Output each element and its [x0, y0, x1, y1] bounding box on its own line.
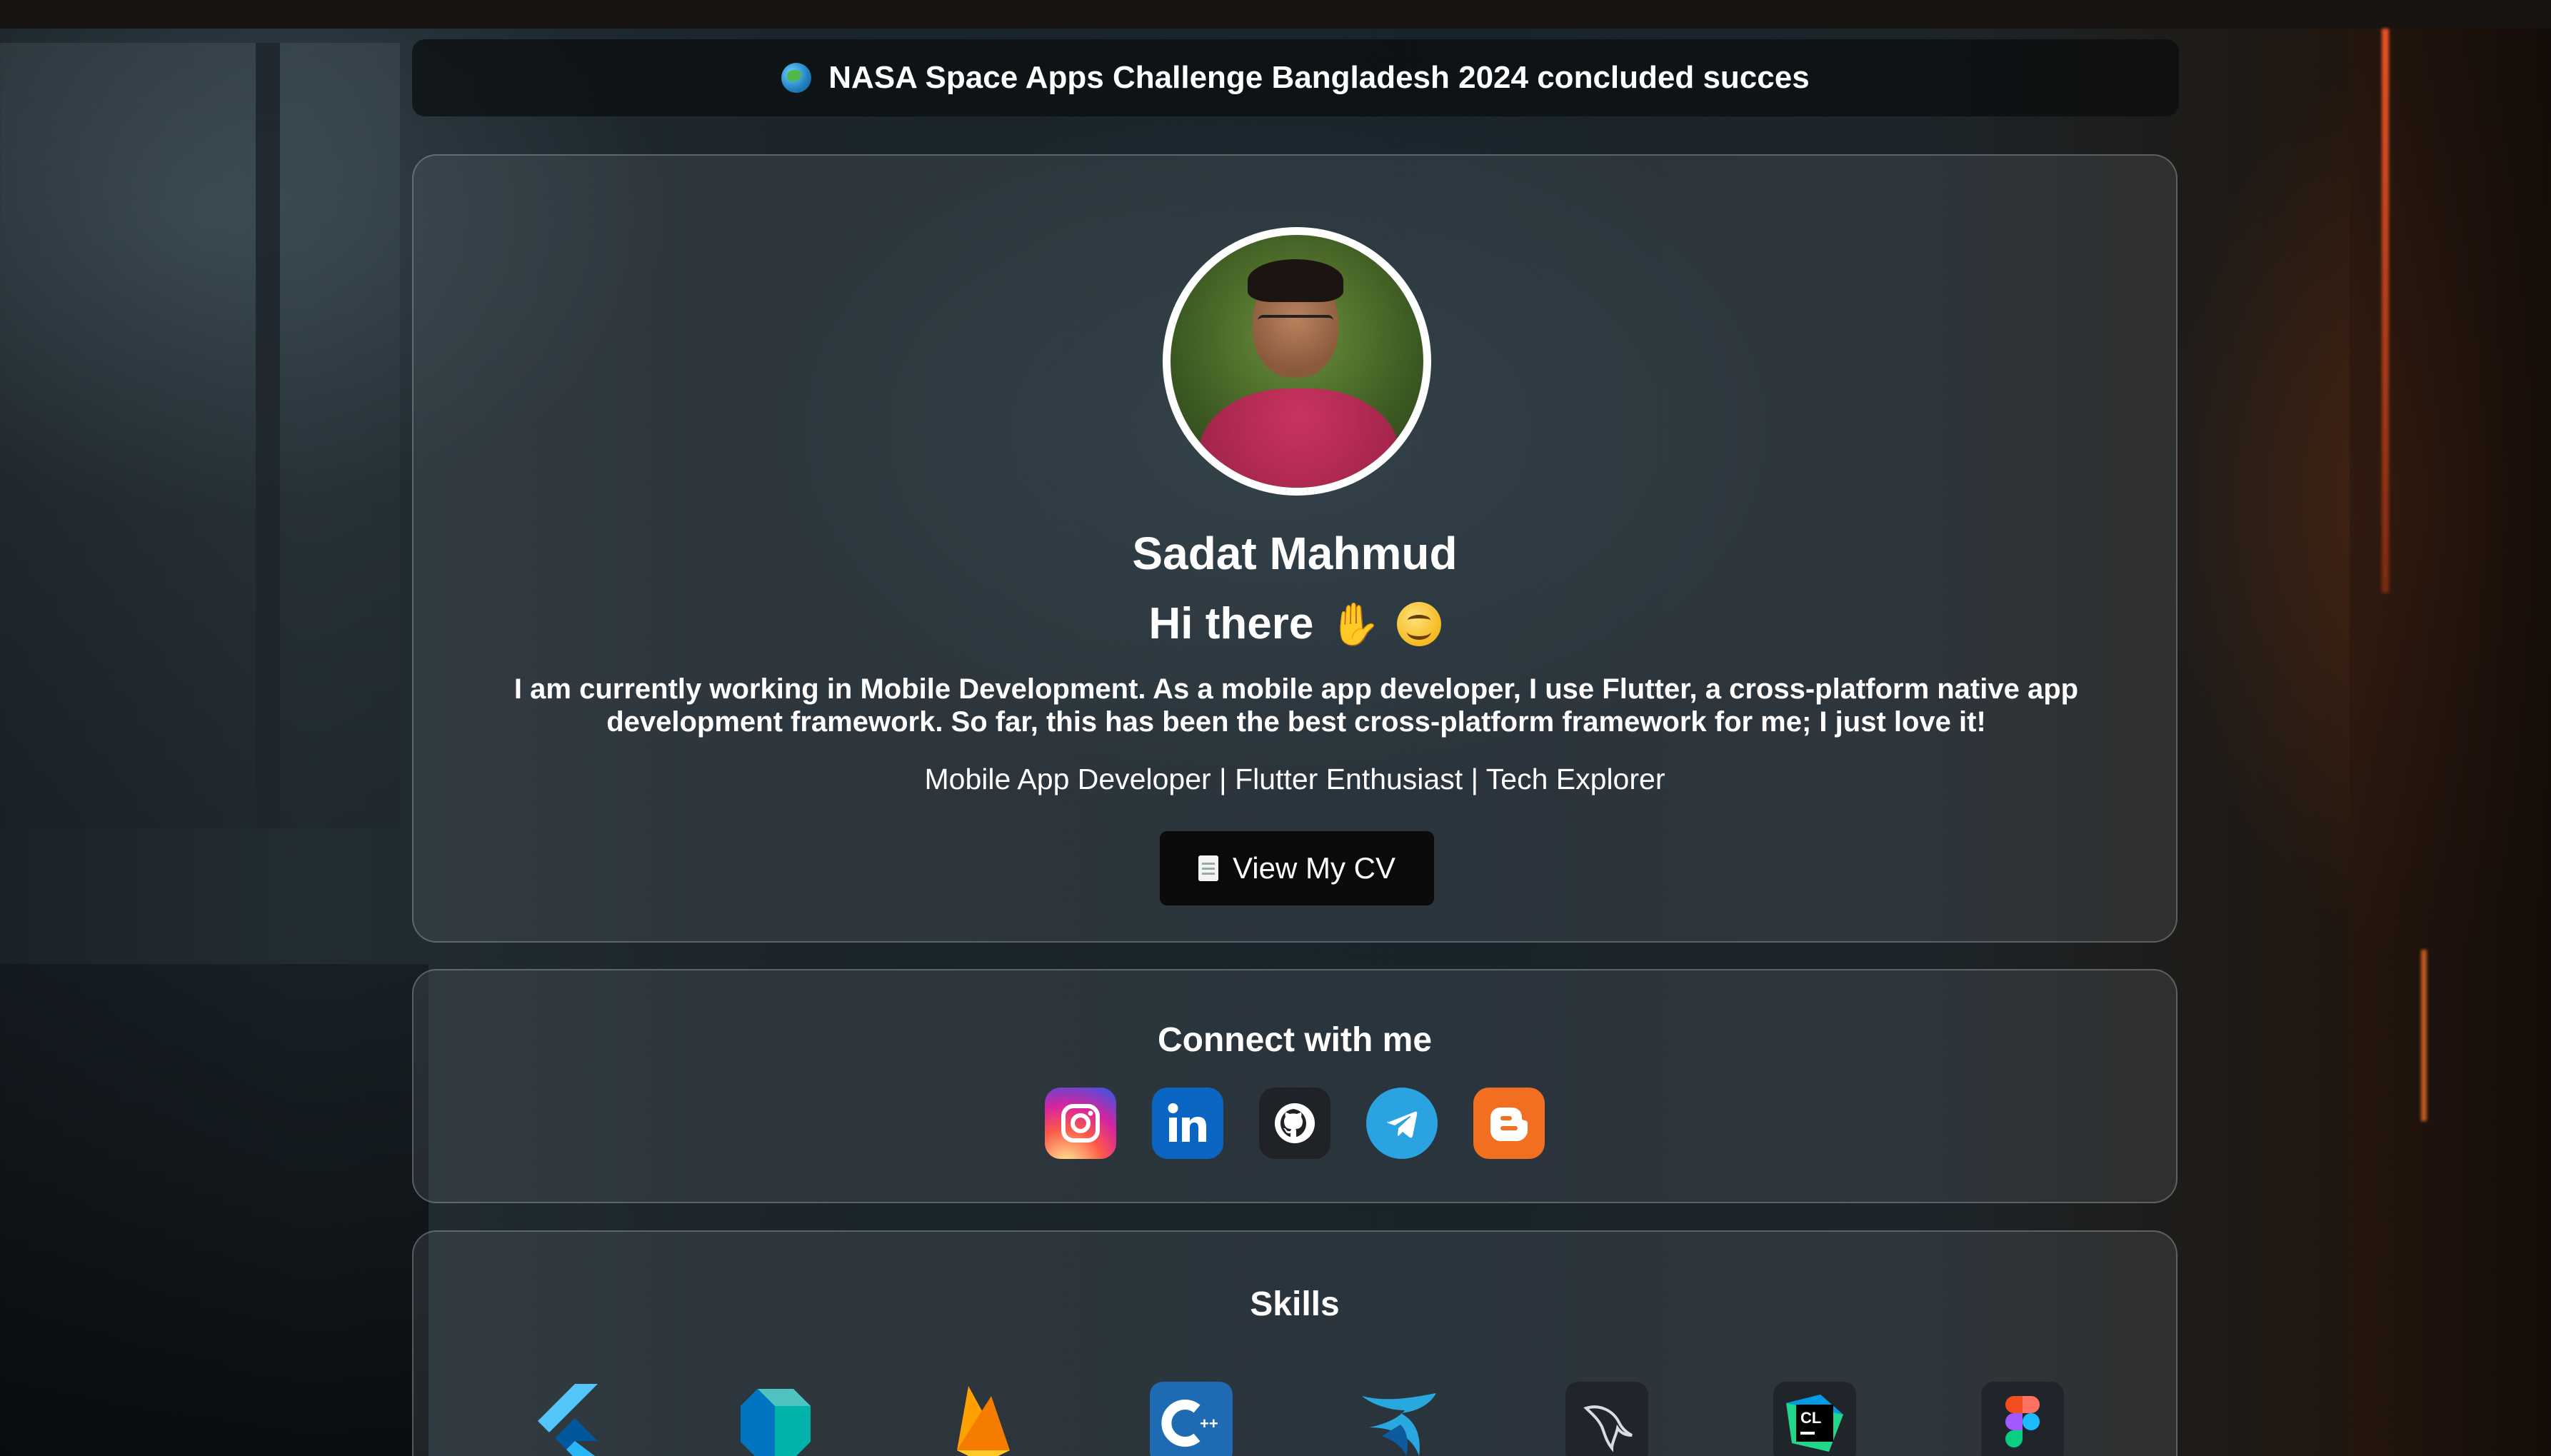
dart-icon [740, 1389, 811, 1456]
greeting-heading: Hi there ✋ [414, 598, 2176, 649]
linkedin-link[interactable] [1152, 1088, 1223, 1159]
firebase-skill [942, 1382, 1025, 1456]
skills-title: Skills [1250, 1285, 1340, 1323]
telegram-link[interactable] [1366, 1088, 1438, 1159]
globe-icon [781, 63, 812, 93]
connect-title: Connect with me [1157, 1021, 1433, 1059]
linkedin-icon [1168, 1103, 1206, 1142]
profile-card: Sadat Mahmud Hi there ✋ I am currently w… [412, 154, 2177, 943]
blogger-icon [1490, 1108, 1528, 1141]
blogger-link[interactable] [1473, 1088, 1545, 1159]
flutter-icon [537, 1384, 598, 1456]
swift-skill [1358, 1382, 1440, 1456]
social-links [414, 1088, 2176, 1159]
avatar-glasses [1258, 315, 1333, 335]
profile-tagline: Mobile App Developer | Flutter Enthusias… [924, 763, 1665, 795]
cplusplus-skill: ++ [1149, 1382, 1233, 1456]
github-icon [1275, 1103, 1315, 1143]
view-cv-label: View My CV [1233, 851, 1395, 885]
swift-icon [1361, 1393, 1436, 1456]
firebase-icon [956, 1386, 1010, 1456]
profile-name: Sadat Mahmud [1132, 528, 1458, 579]
background-neon-strip-lower [2421, 950, 2427, 1121]
figma-icon [2005, 1396, 2040, 1447]
smiling-face-icon [1396, 601, 1441, 646]
svg-text:++: ++ [1200, 1415, 1218, 1432]
profile-bio: I am currently working in Mobile Develop… [513, 673, 2079, 738]
background-floor [0, 964, 428, 1456]
avatar [1163, 227, 1431, 496]
background-neon-strip [2382, 29, 2389, 593]
dart-skill [734, 1382, 817, 1456]
svg-text:CL: CL [1800, 1409, 1821, 1427]
avatar-shirt [1199, 388, 1399, 488]
skills-card: Skills ++ CL [412, 1230, 2177, 1456]
instagram-link[interactable] [1045, 1088, 1116, 1159]
mysql-icon [1583, 1405, 1633, 1452]
announcement-text: NASA Space Apps Challenge Bangladesh 202… [828, 60, 1810, 95]
cplusplus-icon: ++ [1161, 1400, 1218, 1447]
telegram-icon [1387, 1111, 1418, 1138]
github-link[interactable] [1259, 1088, 1330, 1159]
view-cv-button[interactable]: View My CV [1160, 831, 1434, 905]
skills-list: ++ CL [414, 1382, 2176, 1456]
browser-top-strip [0, 0, 2551, 29]
waving-hand-icon: ✋ [1329, 599, 1381, 648]
document-icon [1198, 855, 1219, 881]
background-window [0, 43, 400, 828]
instagram-icon [1061, 1104, 1100, 1143]
clion-icon: CL [1785, 1395, 1843, 1452]
greeting-text: Hi there [1148, 599, 1314, 648]
clion-skill: CL [1773, 1382, 1856, 1456]
connect-card: Connect with me [412, 969, 2177, 1203]
mysql-skill [1565, 1382, 1648, 1456]
announcement-banner[interactable]: NASA Space Apps Challenge Bangladesh 202… [412, 39, 2179, 116]
background-right-wall [2350, 29, 2551, 1456]
flutter-skill [526, 1382, 609, 1456]
avatar-hair [1248, 259, 1343, 302]
figma-skill [1980, 1382, 2064, 1456]
